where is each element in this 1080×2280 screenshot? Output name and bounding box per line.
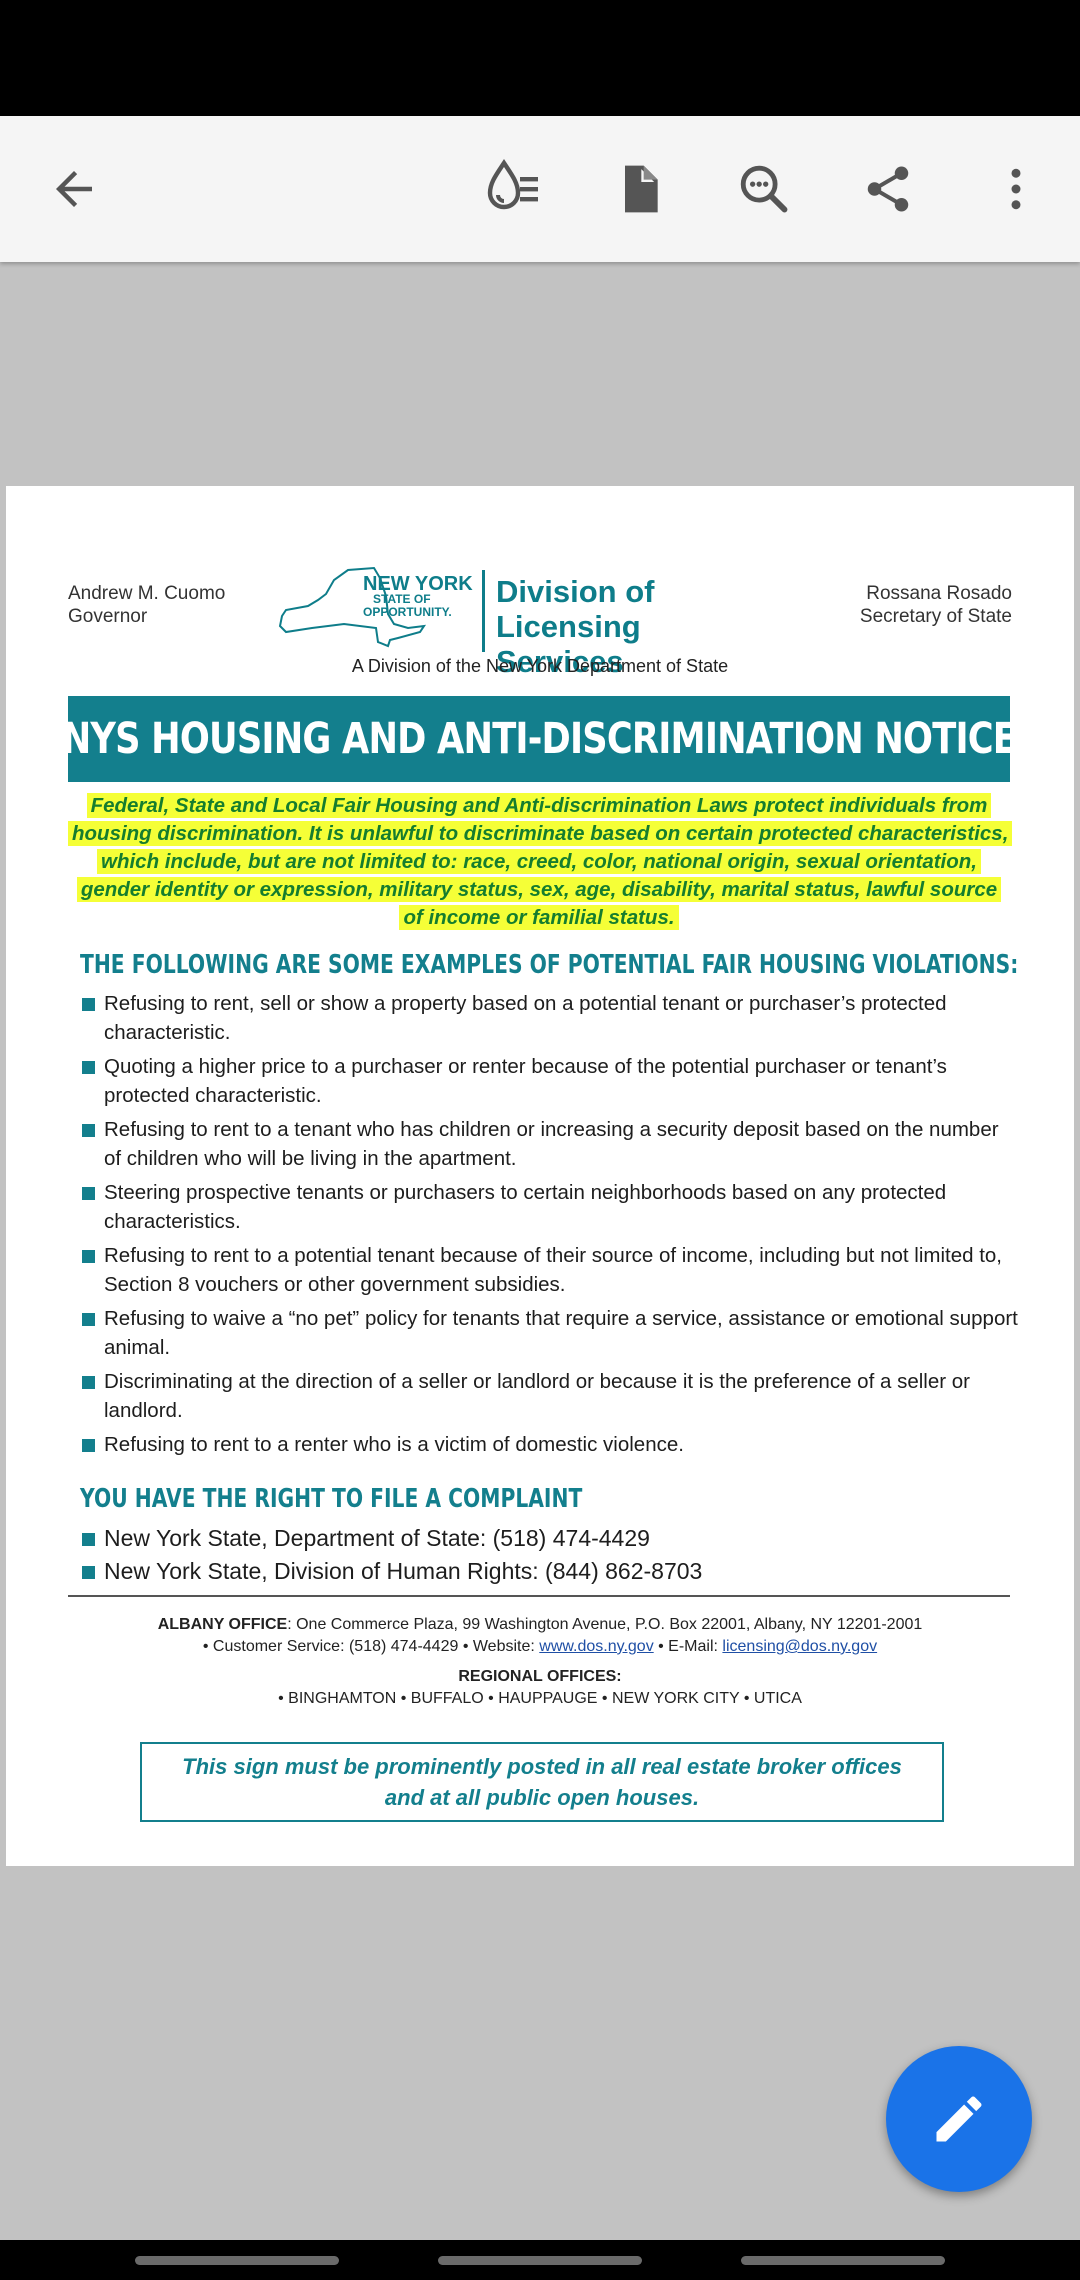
bullet-square: [82, 1566, 95, 1579]
albany-office-line: ALBANY OFFICE: One Commerce Plaza, 99 Wa…: [6, 1614, 1074, 1636]
violation-text: Quoting a higher price to a purchaser or…: [104, 1055, 947, 1107]
secretary-name: Rossana Rosado: [866, 583, 1012, 604]
intro-highlight: Federal, State and Local Fair Housing an…: [68, 793, 1013, 930]
notice-line1: This sign must be prominently posted in …: [182, 1754, 902, 1779]
bullet-square: [82, 998, 95, 1011]
footer-divider: [68, 1595, 1010, 1597]
list-item: Refusing to rent to a tenant who has chi…: [80, 1115, 1020, 1173]
intro-unlawful: It is unlawful: [308, 822, 434, 845]
notice-title: NYS HOUSING AND ANTI-DISCRIMINATION NOTI…: [61, 714, 1017, 764]
complaint-title: YOU HAVE THE RIGHT TO FILE A COMPLAINT: [80, 1484, 583, 1514]
reading-mode-button[interactable]: [476, 153, 548, 225]
share-button[interactable]: [852, 153, 924, 225]
violation-text: Refusing to waive a “no pet” policy for …: [104, 1307, 1018, 1359]
violation-text: Refusing to rent, sell or show a propert…: [104, 992, 947, 1044]
intro-paragraph: Federal, State and Local Fair Housing an…: [68, 792, 1013, 932]
list-item: Quoting a higher price to a purchaser or…: [80, 1052, 1020, 1110]
search-icon: [740, 165, 788, 213]
list-item: Refusing to waive a “no pet” policy for …: [80, 1304, 1020, 1362]
governor-name: Andrew M. Cuomo: [68, 583, 226, 604]
complaint-text: New York State, Department of State: (51…: [104, 1525, 650, 1551]
logo-ny-line3: OPPORTUNITY.: [363, 605, 452, 619]
bullet-square: [82, 1250, 95, 1263]
document-button[interactable]: [603, 153, 675, 225]
albany-label: ALBANY OFFICE: [157, 1616, 288, 1633]
document-icon: [625, 165, 658, 213]
email-label: • E-Mail:: [653, 1638, 723, 1655]
list-item: Refusing to rent to a potential tenant b…: [80, 1241, 1020, 1299]
posting-notice-box: This sign must be prominently posted in …: [140, 1742, 944, 1822]
logo-division-line1: Division of: [496, 574, 655, 609]
regional-offices-list: • BINGHAMTON • BUFFALO • HAUPPAUGE • NEW…: [278, 1690, 802, 1707]
bullet-square: [82, 1313, 95, 1326]
list-item: New York State, Department of State: (51…: [80, 1522, 1020, 1555]
violations-title: THE FOLLOWING ARE SOME EXAMPLES OF POTEN…: [80, 950, 1019, 980]
secretary-title: Secretary of State: [859, 606, 1012, 627]
notice-line2: and at all public open houses.: [384, 1785, 700, 1810]
dls-logo: NEW YORK STATE OF OPPORTUNITY. Division …: [278, 562, 758, 679]
status-bar: [0, 0, 1080, 116]
notice-banner: NYS HOUSING AND ANTI-DISCRIMINATION NOTI…: [62, 696, 1017, 782]
violation-text: Discriminating at the direction of a sel…: [104, 1370, 970, 1422]
contact-line: • Customer Service: (518) 474-4429 • Web…: [6, 1636, 1074, 1658]
top-app-bar: [0, 116, 1080, 262]
list-item: Discriminating at the direction of a sel…: [80, 1367, 1020, 1425]
bullet-square: [82, 1439, 95, 1452]
edit-pencil-icon: [936, 2096, 982, 2142]
complaint-text: New York State, Division of Human Rights…: [104, 1558, 703, 1584]
bullet-square: [82, 1124, 95, 1137]
violation-text: Refusing to rent to a renter who is a vi…: [104, 1433, 684, 1456]
more-vert-icon: [1011, 168, 1021, 210]
nav-handle-left[interactable]: [135, 2256, 339, 2265]
governor-title: Governor: [68, 606, 148, 627]
logo-divider: [482, 570, 485, 652]
list-item: New York State, Division of Human Rights…: [80, 1555, 1020, 1588]
governor-block: Andrew M. Cuomo Governor: [68, 582, 225, 628]
list-item: Refusing to rent, sell or show a propert…: [80, 989, 1020, 1047]
violation-text: Refusing to rent to a tenant who has chi…: [104, 1118, 999, 1170]
violation-text: Steering prospective tenants or purchase…: [104, 1181, 947, 1233]
regional-offices-label: REGIONAL OFFICES:: [458, 1668, 622, 1685]
edit-fab-button[interactable]: [886, 2046, 1032, 2192]
nav-handle-right[interactable]: [741, 2256, 945, 2265]
share-icon: [867, 166, 909, 212]
arrow-back-icon: [56, 171, 92, 207]
search-button[interactable]: [728, 153, 800, 225]
violations-list: Refusing to rent, sell or show a propert…: [80, 989, 1020, 1464]
more-options-button[interactable]: [980, 153, 1052, 225]
list-item: Refusing to rent to a renter who is a vi…: [80, 1430, 1020, 1459]
back-button[interactable]: [38, 153, 110, 225]
logo-ny-text: NEW YORK STATE OF OPPORTUNITY.: [363, 574, 473, 619]
bullet-square: [82, 1061, 95, 1074]
list-item: Steering prospective tenants or purchase…: [80, 1178, 1020, 1236]
bullet-square: [82, 1376, 95, 1389]
nav-handle-center[interactable]: [438, 2256, 642, 2265]
secretary-block: Rossana Rosado Secretary of State: [860, 582, 1012, 628]
reading-mode-icon: [487, 159, 538, 210]
customer-service: • Customer Service: (518) 474-4429 • Web…: [202, 1638, 540, 1655]
navigation-bar: [0, 2240, 1080, 2280]
complaint-list: New York State, Department of State: (51…: [80, 1522, 1020, 1588]
document-page: Andrew M. Cuomo Governor NEW YORK STATE …: [6, 486, 1074, 1866]
website-link[interactable]: www.dos.ny.gov: [539, 1638, 653, 1655]
division-subtitle: A Division of the New York Department of…: [351, 656, 729, 676]
email-link[interactable]: licensing@dos.ny.gov: [722, 1638, 877, 1655]
bullet-square: [82, 1187, 95, 1200]
violation-text: Refusing to rent to a potential tenant b…: [104, 1244, 1002, 1296]
albany-address: : One Commerce Plaza, 99 Washington Aven…: [287, 1616, 923, 1633]
bullet-square: [82, 1533, 95, 1546]
